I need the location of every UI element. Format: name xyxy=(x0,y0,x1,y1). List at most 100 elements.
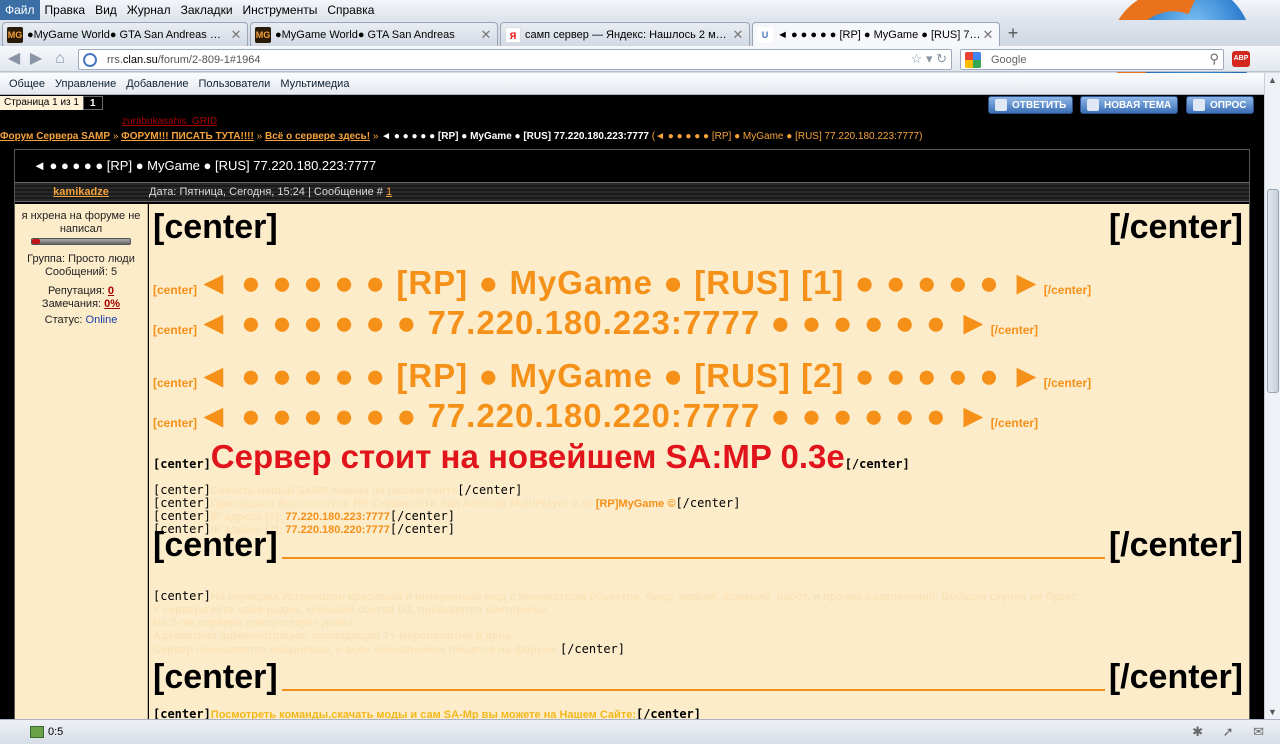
tab-3[interactable]: Я самп сервер — Яндекс: Нашлось 2 млн ..… xyxy=(500,22,750,46)
center-close-tag: [/center] xyxy=(1043,283,1092,297)
breadcrumb-section[interactable]: ФОРУМ!!! ПИСАТЬ ТУТА!!!! xyxy=(121,131,254,142)
reputation-bar xyxy=(31,238,131,245)
new-topic-label: НОВАЯ ТЕМА xyxy=(1104,99,1172,111)
center-open-tag: [center] xyxy=(153,496,211,510)
yandex-favicon-icon: Я xyxy=(505,26,521,43)
menu-history[interactable]: Журнал xyxy=(122,0,176,20)
thread-title: ◄ ● ● ● ● ● [RP] ● MyGame ● [RUS] 77.220… xyxy=(33,158,377,173)
search-icon[interactable]: ⚲ xyxy=(1209,51,1219,67)
user-group: Группа: Просто люди xyxy=(27,253,135,265)
admin-menu-general[interactable]: Общее xyxy=(4,78,50,90)
reputation-value[interactable]: 0 xyxy=(108,285,114,297)
scroll-up-icon[interactable]: ▲ xyxy=(1268,75,1277,85)
admin-menu-management[interactable]: Управление xyxy=(50,78,121,90)
poll-button[interactable]: ОПРОС xyxy=(1186,96,1254,114)
post-author[interactable]: kamikadze xyxy=(15,183,147,201)
admin-menu-add[interactable]: Добавление xyxy=(121,78,193,90)
tab-title: ◄ ● ● ● ● ● [RP] ● MyGame ● [RUS] 77.... xyxy=(777,28,981,41)
ip1-value: 77.220.180.223:7777 xyxy=(285,511,390,523)
status-text: 0:5 xyxy=(48,726,64,738)
server1-ip-row: [center]◄ ● ● ● ● ● ● 77.220.180.223:777… xyxy=(153,304,1038,342)
adblock-plus-icon[interactable]: ABP xyxy=(1232,51,1250,67)
center-close-tag: [/center] xyxy=(990,323,1039,337)
admin-menu-multimedia[interactable]: Мультимедиа xyxy=(275,78,354,90)
tab-title: ●MyGame World● GTA San Andreas Multi... xyxy=(27,28,229,41)
close-tab-icon[interactable]: ✕ xyxy=(229,27,243,43)
description-line-1: На серверах Установлен красивый и интере… xyxy=(210,591,1079,603)
center-open-tag: [center] xyxy=(153,509,211,523)
search-input[interactable]: Google xyxy=(991,54,1026,66)
reply-button[interactable]: ОТВЕТИТЬ xyxy=(988,96,1074,114)
server1-ip-banner: ◄ ● ● ● ● ● ● 77.220.180.223:7777 ● ● ● … xyxy=(197,304,991,341)
tab-title: самп сервер — Яндекс: Нашлось 2 млн ... xyxy=(525,28,731,41)
mygame-favicon-icon: MG xyxy=(7,26,23,43)
menu-bookmarks[interactable]: Закладки xyxy=(176,0,238,20)
google-engine-icon[interactable] xyxy=(965,51,981,68)
user-warnings: Замечания: 0% xyxy=(19,298,143,311)
menu-tools[interactable]: Инструменты xyxy=(238,0,323,20)
menu-edit[interactable]: Правка xyxy=(40,0,91,20)
warnings-value[interactable]: 0% xyxy=(104,298,120,310)
post-body: [center] [/center] [center]◄ ● ● ● ● ● [… xyxy=(149,204,1249,719)
center-close-tag: [/center] xyxy=(389,509,455,523)
breadcrumb-separator: » xyxy=(112,131,119,142)
server2-ip-banner: ◄ ● ● ● ● ● ● 77.220.180.220:7777 ● ● ● … xyxy=(197,397,991,434)
status-value: Online xyxy=(85,314,118,326)
menu-file[interactable]: Файл xyxy=(0,0,40,20)
new-tab-icon[interactable]: + xyxy=(1002,24,1024,44)
poll-icon xyxy=(1193,99,1205,111)
vertical-scrollbar[interactable]: ▲ ▼ xyxy=(1264,73,1280,719)
breadcrumb-forum[interactable]: Форум Сервера SAMP xyxy=(0,131,110,142)
url-bar[interactable]: rrs. clan.su/forum/2-809-1#1964 ☆ ▾ ↻ xyxy=(78,49,952,70)
center-open-tag: [center] xyxy=(153,376,198,390)
search-bar[interactable]: Google ⚲ xyxy=(960,49,1224,70)
menu-help[interactable]: Справка xyxy=(322,0,379,20)
site-identity-icon[interactable] xyxy=(83,52,97,67)
tab-4-active[interactable]: U ◄ ● ● ● ● ● [RP] ● MyGame ● [RUS] 77..… xyxy=(752,22,1000,46)
navigation-bar: ◀ ▶ ⌂ rrs. clan.su/forum/2-809-1#1964 ☆ ▾… xyxy=(0,46,1280,72)
download-text: Скачать новый SAMP Можно на нашем сайте xyxy=(210,485,458,497)
close-tab-icon[interactable]: ✕ xyxy=(731,27,745,43)
tab-bar: MG ●MyGame World● GTA San Andreas Multi.… xyxy=(0,20,1280,46)
ip1-label: IP адресс [1]: xyxy=(210,511,283,523)
close-tab-icon[interactable]: ✕ xyxy=(981,27,995,43)
reply-icon xyxy=(995,99,1007,111)
user-links[interactable]: zurabukasahis_GRID xyxy=(122,116,217,127)
thread-container: ◄ ● ● ● ● ● [RP] ● MyGame ● [RUS] 77.220… xyxy=(14,149,1250,719)
menu-view[interactable]: Вид xyxy=(90,0,122,20)
user-messages: Сообщений: 5 xyxy=(44,266,118,278)
admin-menu-users[interactable]: Пользователи xyxy=(194,78,276,90)
center-close-tag: [/center] xyxy=(457,483,523,497)
page-viewport: Общее Управление Добавление Пользователи… xyxy=(0,73,1264,719)
center-close-tag: [/center] xyxy=(635,707,702,720)
home-icon[interactable]: ⌂ xyxy=(50,50,70,68)
scroll-down-icon[interactable]: ▼ xyxy=(1268,707,1277,717)
tab-title: ●MyGame World● GTA San Andreas xyxy=(275,28,455,41)
server1-title-row: [center]◄ ● ● ● ● ● [RP] ● MyGame ● [RUS… xyxy=(153,264,1091,302)
new-topic-button[interactable]: НОВАЯ ТЕМА xyxy=(1080,96,1179,114)
admin-menu-bar: Общее Управление Добавление Пользователи… xyxy=(0,73,1264,95)
reputation-label: Репутация: xyxy=(47,285,105,297)
description-line-3: На 2-ом сервере присутствует донат. xyxy=(153,617,356,629)
tab-2[interactable]: MG ●MyGame World● GTA San Andreas ✕ xyxy=(250,22,498,46)
scrollbar-thumb[interactable] xyxy=(1267,189,1279,393)
breadcrumb-tail: (◄ ● ● ● ● ● [RP] ● MyGame ● [RUS] 77.22… xyxy=(651,131,923,142)
addon-icons[interactable]: ✱ ➚ ✉ xyxy=(1192,724,1272,740)
center-row: [center] [/center] xyxy=(153,526,1243,565)
url-host: clan.su xyxy=(122,53,158,66)
reputation-bar-fill xyxy=(32,239,40,244)
center-open-tag: [center] xyxy=(153,483,211,497)
breadcrumb-subforum[interactable]: Всё о сервере здесь! xyxy=(265,131,370,142)
site-link-row: [center]Посмотреть команды,скачать моды … xyxy=(153,707,702,720)
samp-version-text: Сервер стоит на новейшем SA:MP 0.3e xyxy=(210,438,845,475)
tab-1[interactable]: MG ●MyGame World● GTA San Andreas Multi.… xyxy=(2,22,248,46)
pager-current-page[interactable]: 1 xyxy=(82,96,103,110)
user-title: я нхрена на форуме не написал xyxy=(21,210,141,235)
back-arrow-icon[interactable]: ◀ xyxy=(4,50,24,68)
close-tab-icon[interactable]: ✕ xyxy=(479,27,493,43)
center-close-tag: [/center] xyxy=(1043,376,1092,390)
forward-arrow-icon[interactable]: ▶ xyxy=(26,50,46,68)
center-row: [center] [/center] xyxy=(153,208,1243,247)
bookmark-star-icon[interactable]: ☆ ▾ ↻ xyxy=(911,51,947,67)
post-number-link[interactable]: 1 xyxy=(386,186,392,198)
